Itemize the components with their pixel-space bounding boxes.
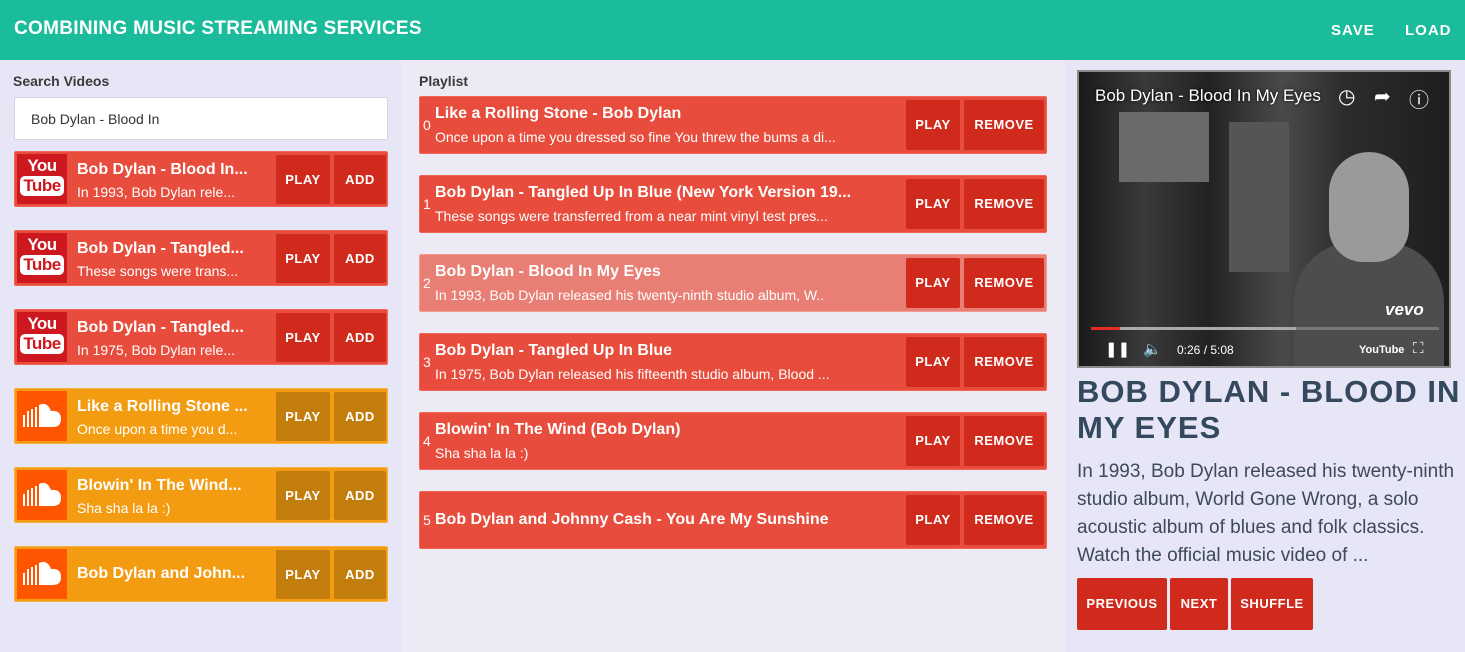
volume-icon[interactable]: 🔈 xyxy=(1143,340,1162,358)
playlist-remove-button[interactable]: REMOVE xyxy=(964,416,1044,466)
save-button[interactable]: SAVE xyxy=(1331,22,1375,39)
playlist-index: 3 xyxy=(423,354,431,370)
now-playing-title: BOB DYLAN - BLOOD IN MY EYES xyxy=(1077,374,1461,445)
playlist-index: 1 xyxy=(423,196,431,212)
video-buffer-bar xyxy=(1091,327,1296,330)
playlist-panel: Playlist 0 Like a Rolling Stone - Bob Dyl… xyxy=(402,60,1065,652)
playlist-item[interactable]: 3 Bob Dylan - Tangled Up In Blue In 1975, … xyxy=(419,333,1047,391)
playlist-item-title: Like a Rolling Stone - Bob Dylan xyxy=(435,105,682,122)
youtube-icon: You Tube xyxy=(17,312,67,362)
search-input[interactable] xyxy=(14,97,388,140)
playlist-item-title: Bob Dylan - Tangled Up In Blue (New York… xyxy=(435,184,852,201)
navbar: COMBINING MUSIC STREAMING SERVICES SAVE … xyxy=(0,0,1465,60)
video-player[interactable]: Bob Dylan - Blood In My Eyes ◷ ➦ ⓘ vevo … xyxy=(1077,70,1451,368)
result-add-button[interactable]: ADD xyxy=(334,550,386,599)
soundcloud-icon xyxy=(17,391,67,441)
playlist-item-description: Once upon a time you dressed so fine You… xyxy=(435,129,836,145)
soundcloud-icon xyxy=(17,549,67,599)
playlist-play-button[interactable]: PLAY xyxy=(906,337,960,387)
search-result[interactable]: You Tube Bob Dylan - Blood In... In 1993, B… xyxy=(14,151,388,207)
result-title: Bob Dylan - Tangled... xyxy=(77,319,244,336)
share-icon[interactable]: ➦ xyxy=(1374,84,1391,109)
playlist-item[interactable]: 2 Bob Dylan - Blood In My Eyes In 1993, Bo… xyxy=(419,254,1047,312)
result-add-button[interactable]: ADD xyxy=(334,234,386,283)
pause-icon[interactable]: ❚❚ xyxy=(1105,340,1130,358)
playlist-item-title: Bob Dylan and Johnny Cash - You Are My S… xyxy=(435,511,829,528)
result-description: In 1975, Bob Dylan rele... xyxy=(77,342,235,358)
playlist-play-button[interactable]: PLAY xyxy=(906,495,960,545)
playlist-play-button[interactable]: PLAY xyxy=(906,179,960,229)
load-button[interactable]: LOAD xyxy=(1405,22,1452,39)
result-play-button[interactable]: PLAY xyxy=(276,155,330,204)
playlist-item-description: In 1975, Bob Dylan released his fifteent… xyxy=(435,366,830,382)
result-description: Sha sha la la :) xyxy=(77,500,171,516)
playlist-remove-button[interactable]: REMOVE xyxy=(964,179,1044,229)
playlist-item[interactable]: 5 Bob Dylan and Johnny Cash - You Are My … xyxy=(419,491,1047,549)
result-title: Blowin' In The Wind... xyxy=(77,477,242,494)
search-panel: Search Videos YouTube Bob Dylan - Blood I… xyxy=(0,60,402,652)
result-add-button[interactable]: ADD xyxy=(334,313,386,362)
result-title: Bob Dylan and John... xyxy=(77,565,246,582)
video-time: 0:26 / 5:08 xyxy=(1177,343,1234,357)
youtube-logo[interactable]: YouTube xyxy=(1359,344,1404,356)
player-panel: Bob Dylan - Blood In My Eyes ◷ ➦ ⓘ vevo … xyxy=(1065,60,1465,652)
youtube-icon: You Tube xyxy=(17,233,67,283)
fullscreen-icon[interactable]: ⛶ xyxy=(1413,340,1424,357)
video-frame xyxy=(1079,72,1449,366)
playlist-item-description: These songs were transferred from a near… xyxy=(435,208,828,224)
playlist-index: 5 xyxy=(423,512,431,528)
app-title: COMBINING MUSIC STREAMING SERVICES xyxy=(14,18,422,39)
youtube-icon: You Tube xyxy=(17,154,67,204)
playlist-remove-button[interactable]: REMOVE xyxy=(964,258,1044,308)
playlist-play-button[interactable]: PLAY xyxy=(906,416,960,466)
search-result[interactable]: You Tube Bob Dylan - Tangled... In 1975, Bo… xyxy=(14,309,388,365)
result-play-button[interactable]: PLAY xyxy=(276,471,330,520)
playlist-index: 4 xyxy=(423,433,431,449)
next-button[interactable]: NEXT xyxy=(1170,578,1228,630)
playlist-play-button[interactable]: PLAY xyxy=(906,100,960,150)
info-icon[interactable]: ⓘ xyxy=(1409,84,1429,113)
result-description: Once upon a time you d... xyxy=(77,421,238,437)
playlist-remove-button[interactable]: REMOVE xyxy=(964,100,1044,150)
result-play-button[interactable]: PLAY xyxy=(276,313,330,362)
now-playing-description: In 1993, Bob Dylan released his twenty-n… xyxy=(1077,461,1455,566)
playlist-item-title: Bob Dylan - Tangled Up In Blue xyxy=(435,342,673,359)
playlist-item[interactable]: 4 Blowin' In The Wind (Bob Dylan) Sha sha … xyxy=(419,412,1047,470)
result-title: Like a Rolling Stone ... xyxy=(77,398,248,415)
playlist-remove-button[interactable]: REMOVE xyxy=(964,337,1044,387)
playlist-index: 2 xyxy=(423,275,431,291)
result-title: Bob Dylan - Tangled... xyxy=(77,240,244,257)
playlist-item-title: Bob Dylan - Blood In My Eyes xyxy=(435,263,661,280)
result-add-button[interactable]: ADD xyxy=(334,392,386,441)
soundcloud-icon xyxy=(17,470,67,520)
watch-later-icon[interactable]: ◷ xyxy=(1338,84,1355,109)
video-progress-bar[interactable] xyxy=(1091,327,1120,330)
result-description: In 1993, Bob Dylan rele... xyxy=(77,184,235,200)
playlist-item[interactable]: 0 Like a Rolling Stone - Bob Dylan Once up… xyxy=(419,96,1047,154)
playlist-item-title: Blowin' In The Wind (Bob Dylan) xyxy=(435,421,681,438)
search-result[interactable]: You Tube Bob Dylan - Tangled... These songs… xyxy=(14,230,388,286)
result-description: These songs were trans... xyxy=(77,263,239,279)
shuffle-button[interactable]: SHUFFLE xyxy=(1231,578,1313,630)
playlist-item-description: Sha sha la la :) xyxy=(435,445,529,461)
playlist-item[interactable]: 1 Bob Dylan - Tangled Up In Blue (New Yor… xyxy=(419,175,1047,233)
search-result[interactable]: Bob Dylan and John... PLAY ADD xyxy=(14,546,388,602)
video-title[interactable]: Bob Dylan - Blood In My Eyes xyxy=(1095,86,1321,106)
previous-button[interactable]: PREVIOUS xyxy=(1077,578,1167,630)
playlist-remove-button[interactable]: REMOVE xyxy=(964,495,1044,545)
result-add-button[interactable]: ADD xyxy=(334,155,386,204)
playlist-label: Playlist xyxy=(419,73,469,89)
result-title: Bob Dylan - Blood In... xyxy=(77,161,248,178)
vevo-logo: vevo xyxy=(1385,300,1424,319)
result-play-button[interactable]: PLAY xyxy=(276,550,330,599)
search-result[interactable]: Blowin' In The Wind... Sha sha la la :) PL… xyxy=(14,467,388,523)
playlist-item-description: In 1993, Bob Dylan released his twenty-n… xyxy=(435,287,825,303)
playlist-index: 0 xyxy=(423,117,431,133)
result-add-button[interactable]: ADD xyxy=(334,471,386,520)
playlist-play-button[interactable]: PLAY xyxy=(906,258,960,308)
result-play-button[interactable]: PLAY xyxy=(276,392,330,441)
result-play-button[interactable]: PLAY xyxy=(276,234,330,283)
search-label: Search Videos xyxy=(13,73,110,89)
search-result[interactable]: Like a Rolling Stone ... Once upon a time… xyxy=(14,388,388,444)
